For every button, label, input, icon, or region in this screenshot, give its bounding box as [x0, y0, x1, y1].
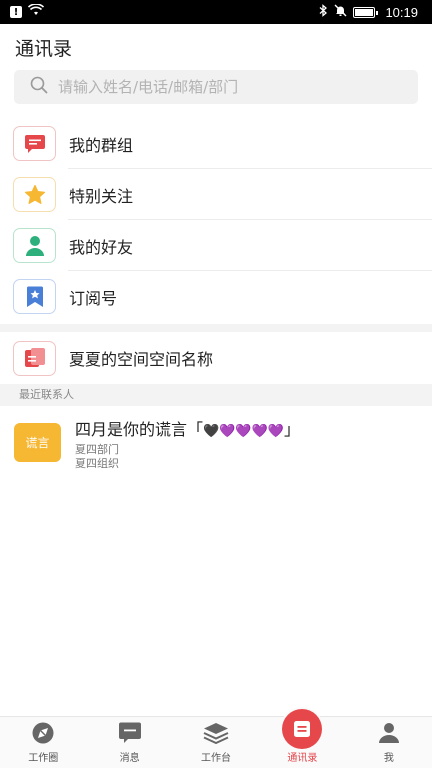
menu-item-label: 我的群组 [69, 135, 134, 155]
battery-icon [353, 6, 379, 18]
menu-item-label: 特别关注 [69, 186, 134, 206]
active-tab-indicator [280, 707, 325, 751]
avatar: 谎言 [14, 423, 61, 462]
menu-item-subscriptions[interactable]: 订阅号 [0, 271, 432, 322]
menu-item-label: 订阅号 [69, 288, 118, 308]
tab-messages[interactable]: 消息 [86, 717, 172, 768]
tab-label: 通讯录 [287, 753, 318, 764]
layers-icon [203, 720, 229, 746]
recent-contacts-header: 最近联系人 [0, 384, 432, 406]
tab-workbench[interactable]: 工作台 [173, 717, 259, 768]
subscription-icon [13, 279, 56, 314]
tab-label: 工作台 [201, 753, 232, 764]
compass-icon [31, 720, 55, 746]
contact-organization: 夏四组织 [75, 457, 119, 470]
status-time: 10:19 [385, 4, 418, 20]
menu-item-my-friends[interactable]: 我的好友 [0, 220, 432, 271]
alert-icon: ! [10, 6, 22, 18]
section-separator [0, 324, 432, 332]
group-chat-icon [13, 126, 56, 161]
contact-name-hearts: 🖤💜💜💜💜 [203, 424, 284, 439]
contact-info: 四月是你的谎言「🖤💜💜💜💜」 夏四部门 夏四组织 [75, 419, 300, 471]
space-item[interactable]: 夏夏的空间空间名称 [0, 333, 432, 383]
search-input[interactable] [58, 78, 398, 96]
page-title: 通讯录 [15, 38, 73, 60]
message-icon [118, 720, 142, 746]
friend-icon [13, 228, 56, 263]
space-icon [13, 340, 56, 376]
tab-me[interactable]: 我 [346, 717, 432, 768]
tab-work-circle[interactable]: 工作圈 [0, 717, 86, 768]
contact-row[interactable]: 谎言 四月是你的谎言「🖤💜💜💜💜」 夏四部门 夏四组织 [0, 414, 432, 474]
menu-item-label: 我的好友 [69, 237, 134, 257]
tab-label: 工作圈 [28, 753, 59, 764]
tab-contacts[interactable]: 通讯录 [259, 707, 345, 768]
contact-name-text: 四月是你的谎言「 [75, 420, 204, 439]
star-icon [13, 177, 56, 212]
contact-name-end: 」 [283, 420, 300, 439]
contact-name: 四月是你的谎言「🖤💜💜💜💜」 [75, 419, 300, 443]
contact-department: 夏四部门 [75, 443, 119, 456]
menu-item-my-groups[interactable]: 我的群组 [0, 118, 432, 169]
menu-list: 我的群组 特别关注 我的好友 订阅号 [0, 118, 432, 322]
space-name: 夏夏的空间空间名称 [69, 350, 214, 369]
wifi-icon [27, 3, 45, 20]
contacts-icon [282, 709, 323, 749]
person-icon [378, 720, 400, 746]
tab-label: 消息 [119, 753, 140, 764]
menu-item-special-follow[interactable]: 特别关注 [0, 169, 432, 220]
search-icon [30, 76, 58, 98]
search-bar[interactable] [14, 70, 418, 104]
status-bar: ! 10:19 [0, 0, 432, 24]
tab-label: 我 [383, 753, 394, 764]
mute-icon [334, 4, 347, 21]
bluetooth-icon [319, 3, 328, 21]
bottom-tab-bar: 工作圈 消息 工作台 通讯录 我 [0, 707, 432, 768]
